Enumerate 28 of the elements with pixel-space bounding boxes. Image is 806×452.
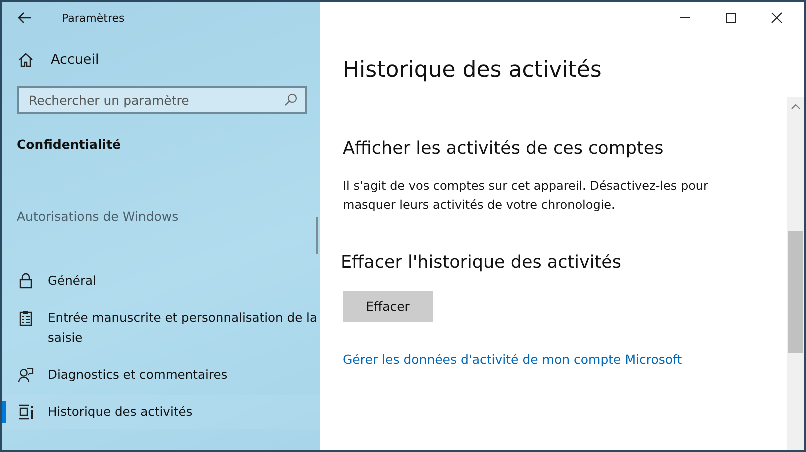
page-title: Historique des activités	[343, 58, 603, 83]
section-title: Confidentialité	[16, 136, 122, 152]
feedback-icon	[18, 367, 34, 383]
scrollbar[interactable]	[787, 97, 804, 450]
scroll-up-icon[interactable]	[791, 103, 801, 111]
lock-icon	[18, 273, 34, 289]
clipboard-icon	[18, 310, 34, 326]
nav-item[interactable]: Historique des activités	[2, 395, 320, 429]
back-icon[interactable]	[18, 12, 32, 24]
nav-item[interactable]: Entrée manuscrite et personnalisation de la saisie	[2, 301, 320, 355]
clear-button[interactable]: Effacer	[343, 291, 433, 322]
nav-item[interactable]: Diagnostics et commentaires	[2, 358, 320, 392]
section-heading: Afficher les activités de ces comptes	[343, 139, 665, 159]
close-icon[interactable]	[771, 12, 783, 24]
home-icon	[18, 52, 34, 68]
scrollbar[interactable]	[316, 217, 318, 254]
scroll-thumb[interactable]	[788, 231, 803, 353]
search-icon	[284, 93, 298, 107]
search-field[interactable]: Rechercher un paramètre	[17, 86, 307, 114]
nav-item[interactable]: Général	[2, 264, 320, 298]
section-heading: Effacer l'historique des activités	[341, 253, 622, 273]
group-label: Autorisations de Windows	[16, 208, 180, 224]
window-title: Paramètres	[62, 12, 125, 24]
timeline-icon	[18, 404, 34, 420]
description: Il s'agit de vos comptes sur cet appareil. Désactivez-les pour masquer leurs activités de votre chronologie.	[343, 178, 710, 214]
manage-link[interactable]: Gérer les données d'activité de mon compte Microsoft	[343, 352, 787, 367]
maximize-icon[interactable]	[725, 12, 737, 24]
home-item[interactable]: Accueil	[2, 34, 320, 68]
